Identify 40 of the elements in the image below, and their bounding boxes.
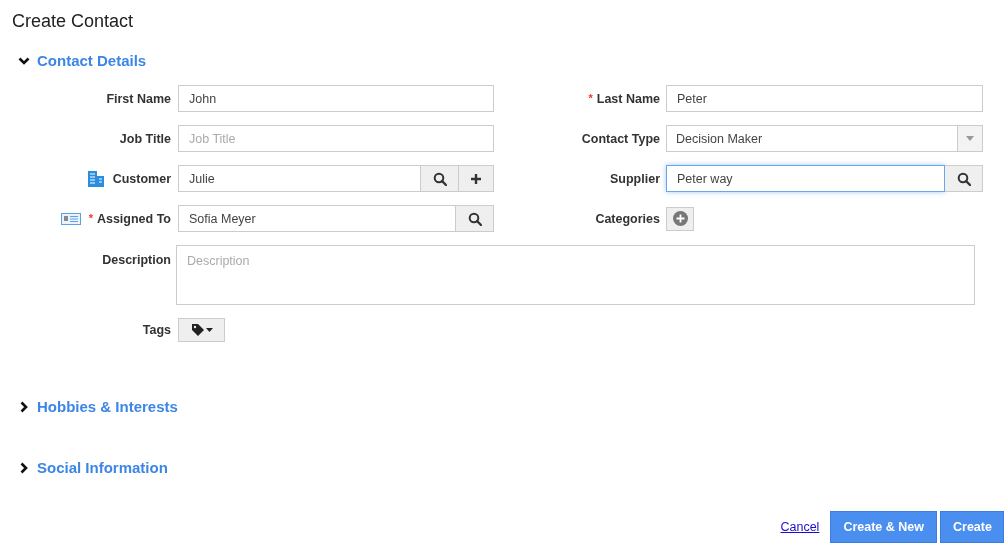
plus-circle-icon (672, 211, 688, 226)
search-icon (433, 172, 447, 186)
field-label: Description (102, 253, 171, 267)
tags-dropdown-button[interactable] (178, 318, 225, 342)
section-header[interactable]: Contact Details (0, 52, 147, 69)
lookup-field[interactable]: Sofia Meyer (178, 205, 456, 232)
section-header[interactable]: Hobbies & Interests (0, 398, 178, 415)
search-button[interactable] (456, 205, 494, 232)
search-button[interactable] (945, 165, 983, 192)
lookup-field[interactable]: Peter way (666, 165, 945, 192)
cancel-link[interactable]: Cancel (780, 520, 820, 534)
description-field[interactable]: Description (176, 245, 975, 305)
field-label: Supplier (610, 171, 660, 186)
field-label: Last Name (596, 91, 660, 106)
add-button[interactable] (459, 165, 494, 192)
plus-icon (469, 172, 483, 185)
dropdown[interactable]: Decision Maker (666, 125, 983, 152)
tag-icon (190, 323, 213, 337)
search-icon (468, 212, 482, 226)
field-label: Job Title (119, 131, 171, 146)
required-mark: * (88, 211, 93, 224)
lookup-field[interactable]: Julie (178, 165, 421, 192)
section-header[interactable]: Social Information (0, 459, 168, 476)
add-category-button[interactable] (666, 206, 694, 231)
required-mark: * (588, 91, 593, 104)
text-field[interactable]: Job Title (178, 125, 494, 152)
building-icon (87, 171, 104, 187)
text-field[interactable]: Peter (666, 85, 983, 112)
field-label: First Name (106, 91, 171, 106)
field-label: Contact Type (581, 131, 660, 146)
field-label: Tags (142, 323, 171, 337)
field-label: Assigned To (96, 211, 171, 226)
search-button[interactable] (421, 165, 459, 192)
field-label: Categories (595, 211, 660, 226)
field-label: Customer (112, 171, 171, 186)
search-icon (957, 172, 971, 186)
page-title: Create Contact (11, 10, 134, 33)
text-field[interactable]: John (178, 85, 494, 112)
caret-icon (966, 136, 974, 141)
id-card-icon (60, 212, 81, 225)
